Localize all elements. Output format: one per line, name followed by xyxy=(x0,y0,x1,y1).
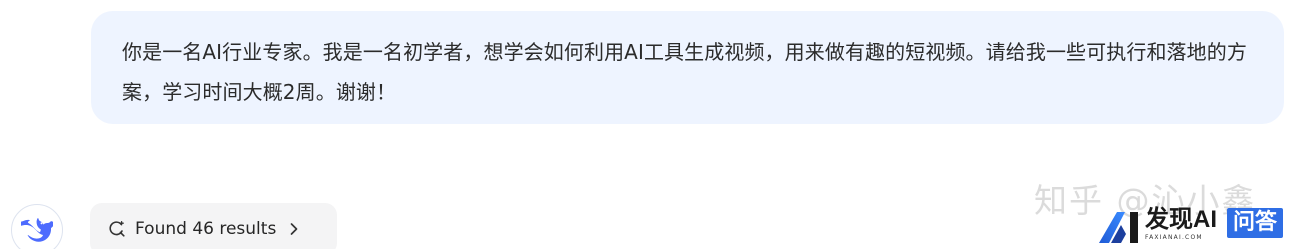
faxian-brand-domain: FAXIANAI.COM xyxy=(1145,234,1203,241)
search-icon xyxy=(108,220,126,238)
chevron-right-icon xyxy=(288,222,300,236)
search-results-label: Found 46 results xyxy=(135,219,277,239)
chat-page: 你是一名AI行业专家。我是一名初学者，想学会如何利用AI工具生成视频，用来做有趣… xyxy=(0,0,1313,249)
whale-logo-icon xyxy=(21,218,53,242)
faxian-ai-logo: 发现AI FAXIANAI.COM 问答 xyxy=(1097,206,1301,246)
search-results-toggle[interactable]: Found 46 results xyxy=(90,203,337,249)
faxian-brand-name: 发现AI xyxy=(1145,206,1217,233)
user-message-bubble: 你是一名AI行业专家。我是一名初学者，想学会如何利用AI工具生成视频，用来做有趣… xyxy=(91,11,1284,124)
faxian-ai-mark-icon xyxy=(1099,212,1138,243)
user-message-text: 你是一名AI行业专家。我是一名初学者，想学会如何利用AI工具生成视频，用来做有趣… xyxy=(122,40,1247,104)
assistant-avatar xyxy=(11,204,63,249)
wenda-badge: 问答 xyxy=(1227,208,1284,238)
